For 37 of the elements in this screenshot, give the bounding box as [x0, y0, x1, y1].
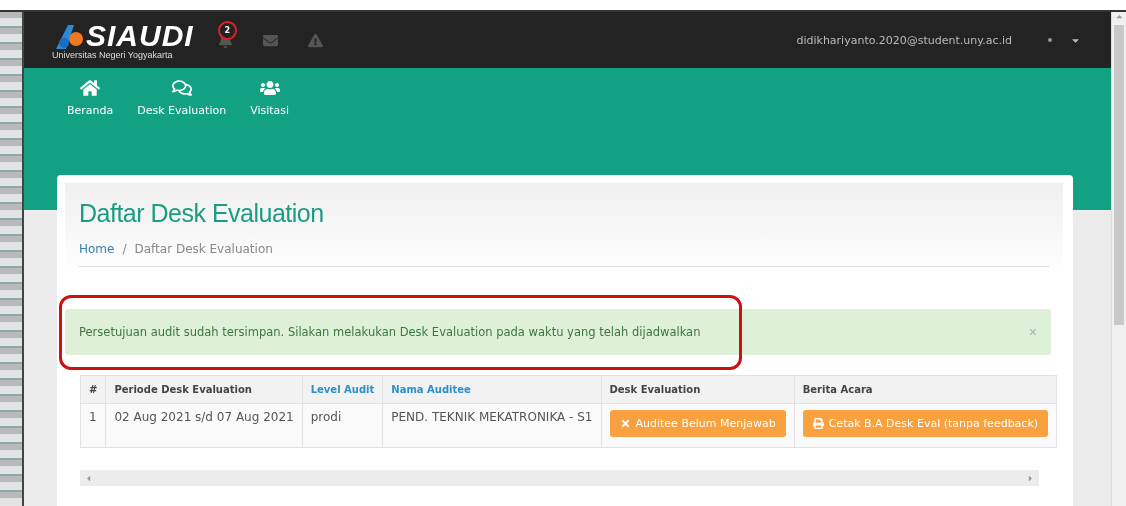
scroll-up-icon[interactable]: [1114, 12, 1124, 21]
breadcrumb-link[interactable]: Home: [79, 242, 115, 256]
logo-title: SIAUDI: [86, 20, 194, 51]
user-email[interactable]: didikhariyanto.2020@student.uny.ac.id: [796, 33, 1012, 47]
x-icon: [619, 418, 631, 429]
avatar-icon[interactable]: [1048, 38, 1052, 42]
table-cell: 1: [80, 403, 106, 448]
warning-icon[interactable]: [307, 32, 323, 48]
action-button[interactable]: Auditee Belum Menjawab: [609, 410, 786, 437]
breadcrumb-separator: /: [122, 242, 127, 256]
table-cell: prodi: [302, 403, 383, 448]
notification-badge: 2: [217, 20, 237, 40]
close-button[interactable]: ×: [1028, 324, 1037, 340]
printer-icon: [812, 418, 824, 429]
nav-item[interactable]: Desk Evaluation: [137, 78, 227, 117]
table-cell: 02 Aug 2021 s/d 07 Aug 2021: [105, 403, 303, 448]
print-button[interactable]: Cetak B.A Desk Eval (tanpa feedback): [802, 410, 1049, 437]
column-header: Desk Evaluation: [601, 375, 795, 404]
column-header[interactable]: Level Audit: [302, 375, 383, 404]
scroll-right-icon[interactable]: [1026, 473, 1035, 483]
page-title: Daftar Desk Evaluation: [79, 199, 325, 228]
column-header: #: [80, 375, 106, 404]
column-header: Berita Acara: [794, 375, 1057, 404]
scroll-left-icon[interactable]: [84, 473, 93, 483]
nav-item[interactable]: Beranda: [67, 78, 114, 117]
group-icon: [259, 78, 280, 98]
chat-bubbles-icon: [171, 78, 192, 98]
table-cell: PEND. TEKNIK MEKATRONIKA - S1: [382, 403, 601, 448]
envelope-icon[interactable]: [262, 32, 278, 48]
column-header[interactable]: Nama Auditee: [382, 375, 601, 404]
column-header: Periode Desk Evaluation: [105, 375, 303, 404]
horizontal-scrollbar[interactable]: [80, 470, 1039, 486]
home-icon: [80, 78, 101, 98]
breadcrumb-current: Daftar Desk Evaluation: [134, 242, 273, 256]
logo-subtitle: Universitas Negeri Yogyakarta: [52, 50, 174, 60]
alert-message: Persetujuan audit sudah tersimpan. Silakan melakukan Desk Evaluation pada waktu yang telah dijadwalkan: [79, 325, 702, 339]
nav-item[interactable]: Visitasi: [250, 78, 290, 117]
